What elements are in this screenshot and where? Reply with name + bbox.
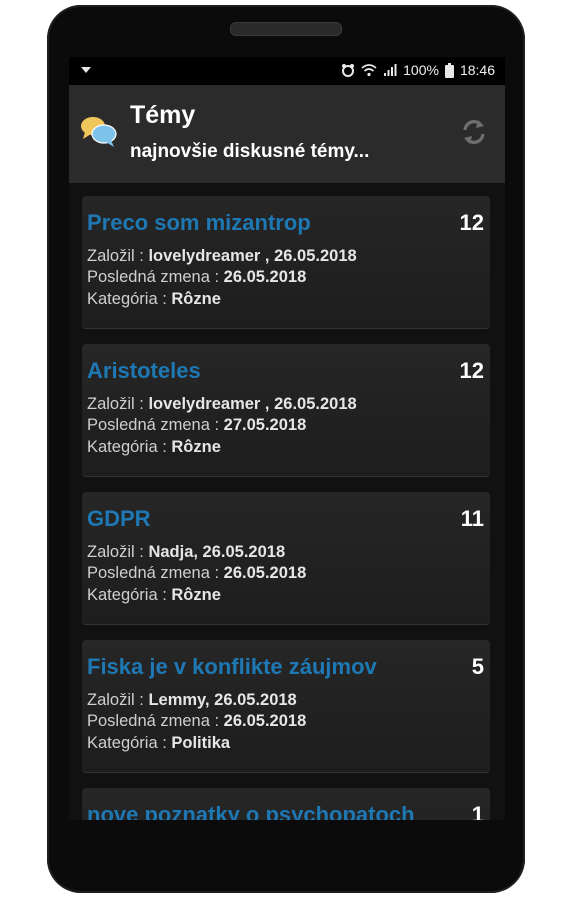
topic-category: Kategória : Rôzne xyxy=(87,586,221,604)
topic-count: 12 xyxy=(459,210,484,235)
status-bar: 100% 18:46 xyxy=(69,57,505,85)
page-title: Témy xyxy=(130,101,196,129)
refresh-icon[interactable] xyxy=(459,117,489,147)
chat-bubbles-icon xyxy=(81,117,117,147)
app-bar: Témy najnovšie diskusné témy... xyxy=(69,85,505,183)
topic-changed: Posledná zmena : 26.05.2018 xyxy=(87,712,307,730)
alarm-icon xyxy=(342,64,355,77)
topic-card[interactable]: nove poznatky o psychopatoch 1 xyxy=(82,788,490,820)
topic-title[interactable]: nove poznatky o psychopatoch xyxy=(87,802,415,820)
clock: 18:46 xyxy=(459,62,495,78)
topic-founded: Založil : Lemmy, 26.05.2018 xyxy=(87,691,297,709)
topic-count: 12 xyxy=(459,358,484,383)
topic-title[interactable]: Aristoteles xyxy=(87,358,201,384)
battery-icon xyxy=(444,62,454,78)
topic-changed: Posledná zmena : 27.05.2018 xyxy=(87,416,307,434)
phone-bottom-bezel xyxy=(69,820,505,870)
topic-founded: Založil : lovelydreamer , 26.05.2018 xyxy=(87,247,357,265)
topic-title[interactable]: Preco som mizantrop xyxy=(87,210,311,236)
wifi-icon xyxy=(361,64,377,77)
topic-category: Kategória : Politika xyxy=(87,734,231,752)
screen: 100% 18:46 Témy najnovšie diskusné témy.… xyxy=(69,57,505,820)
topic-count: 1 xyxy=(471,802,484,820)
topic-title[interactable]: Fiska je v konflikte záujmov xyxy=(87,654,377,680)
topic-founded: Založil : Nadja, 26.05.2018 xyxy=(87,543,286,561)
topic-count: 5 xyxy=(471,654,484,679)
signal-icon xyxy=(384,64,397,76)
topic-founded: Založil : lovelydreamer , 26.05.2018 xyxy=(87,395,357,413)
battery-percent: 100% xyxy=(403,62,439,78)
topic-card[interactable]: Preco som mizantrop 12 Založil : lovelyd… xyxy=(82,196,490,328)
speaker-grille xyxy=(230,22,342,36)
topic-count: 11 xyxy=(460,506,484,531)
topic-title[interactable]: GDPR xyxy=(87,506,151,532)
topic-list[interactable]: Preco som mizantrop 12 Založil : lovelyd… xyxy=(69,183,505,820)
topic-card[interactable]: GDPR 11 Založil : Nadja, 26.05.2018 Posl… xyxy=(82,492,490,624)
topic-card[interactable]: Aristoteles 12 Založil : lovelydreamer ,… xyxy=(82,344,490,476)
topic-category: Kategória : Rôzne xyxy=(87,290,221,308)
topic-card[interactable]: Fiska je v konflikte záujmov 5 Založil :… xyxy=(82,640,490,772)
topic-changed: Posledná zmena : 26.05.2018 xyxy=(87,564,307,582)
page-subtitle: najnovšie diskusné témy... xyxy=(130,141,370,162)
topic-category: Kategória : Rôzne xyxy=(87,438,221,456)
download-arrow-icon xyxy=(81,67,91,73)
topic-changed: Posledná zmena : 26.05.2018 xyxy=(87,268,307,286)
status-right-group: 100% 18:46 xyxy=(341,62,495,78)
